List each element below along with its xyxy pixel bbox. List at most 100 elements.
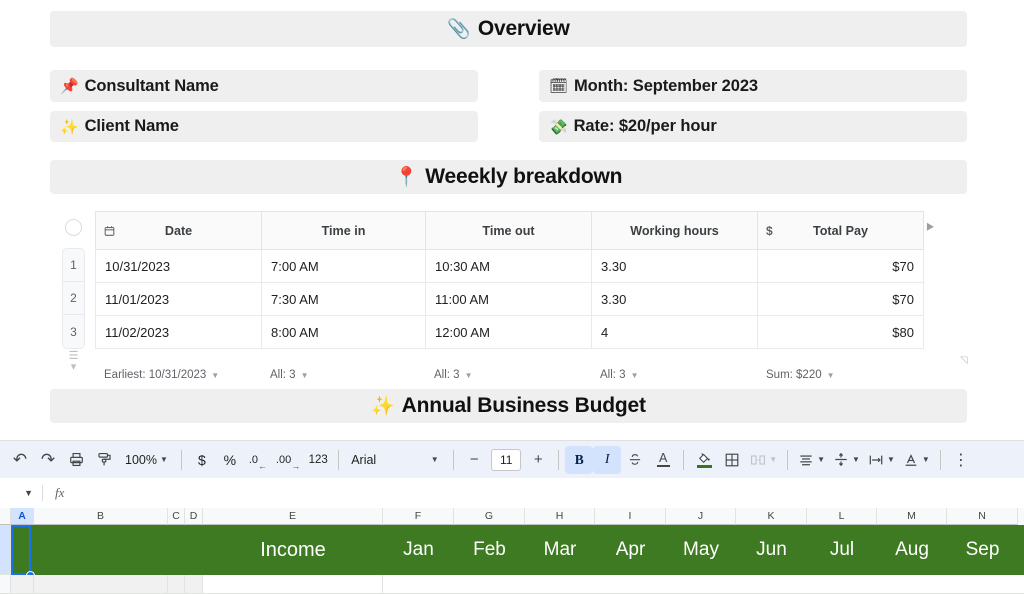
cell-working-hours[interactable]: 3.30 bbox=[592, 283, 758, 316]
row-number[interactable]: 1 bbox=[63, 249, 84, 282]
column-header-c[interactable]: C bbox=[168, 508, 185, 525]
more-options-button[interactable]: ⋮ bbox=[947, 446, 975, 474]
column-header-f[interactable]: F bbox=[383, 508, 454, 525]
cell-time-out[interactable]: 10:30 AM bbox=[426, 250, 592, 283]
cell-total-pay[interactable]: $80 bbox=[758, 316, 924, 349]
text-wrap-button[interactable]: ▼ bbox=[864, 446, 899, 474]
month-cell-jul[interactable]: Jul bbox=[807, 525, 877, 575]
row-header-1[interactable] bbox=[0, 525, 11, 575]
cell-a2[interactable] bbox=[11, 575, 34, 593]
col-header-time-in[interactable]: Time in bbox=[262, 212, 426, 250]
column-header-n[interactable]: N bbox=[947, 508, 1018, 525]
cell-time-in[interactable]: 8:00 AM bbox=[262, 316, 426, 349]
column-header-j[interactable]: J bbox=[666, 508, 736, 525]
table-resize-handle[interactable]: ◹ bbox=[960, 355, 968, 366]
summary-total-pay[interactable]: Sum: $220▼ bbox=[757, 369, 923, 381]
column-header-i[interactable]: I bbox=[595, 508, 666, 525]
cell-e2[interactable] bbox=[203, 575, 383, 593]
summary-date[interactable]: Earliest: 10/31/2023▼ bbox=[95, 369, 261, 381]
month-cell-sep[interactable]: Sep bbox=[947, 525, 1018, 575]
summary-time-in[interactable]: All: 3▼ bbox=[261, 369, 425, 381]
column-header-a[interactable]: A bbox=[11, 508, 34, 525]
month-cell-jan[interactable]: Jan bbox=[383, 525, 454, 575]
cell-b2[interactable] bbox=[34, 575, 168, 593]
month-cell-aug[interactable]: Aug bbox=[877, 525, 947, 575]
decrease-decimal-button[interactable]: .0← bbox=[244, 446, 272, 474]
chevron-down-icon[interactable]: ▼ bbox=[827, 371, 835, 380]
horizontal-align-button[interactable]: ▼ bbox=[794, 446, 829, 474]
income-header-row[interactable]: Income Jan Feb Mar Apr May Jun Jul Aug S… bbox=[11, 525, 1024, 575]
font-family-selector[interactable]: Arial bbox=[345, 447, 419, 473]
month-cell-jun[interactable]: Jun bbox=[736, 525, 807, 575]
table-row[interactable]: 11/02/2023 8:00 AM 12:00 AM 4 $80 bbox=[96, 316, 924, 349]
percent-format-button[interactable]: % bbox=[216, 446, 244, 474]
collapse-rows-icon[interactable]: ☰▾ bbox=[66, 351, 81, 373]
cell-time-in[interactable]: 7:00 AM bbox=[262, 250, 426, 283]
add-column-handle[interactable]: ⯈ bbox=[925, 220, 935, 236]
cell-total-pay[interactable]: $70 bbox=[758, 283, 924, 316]
decrease-font-size-button[interactable]: − bbox=[460, 446, 488, 474]
formula-input[interactable]: fx bbox=[43, 485, 64, 501]
chevron-down-icon[interactable]: ▼ bbox=[631, 371, 639, 380]
column-header-l[interactable]: L bbox=[807, 508, 877, 525]
column-header-k[interactable]: K bbox=[736, 508, 807, 525]
month-field[interactable]: 🗓 Month: September 2023 bbox=[539, 70, 967, 102]
chevron-down-icon[interactable]: ▼ bbox=[211, 371, 219, 380]
income-title-cell[interactable]: Income bbox=[203, 525, 383, 575]
increase-decimal-button[interactable]: .00→ bbox=[272, 446, 304, 474]
table-row[interactable]: 11/01/2023 7:30 AM 11:00 AM 3.30 $70 bbox=[96, 283, 924, 316]
column-header-g[interactable]: G bbox=[454, 508, 525, 525]
select-all-circle[interactable] bbox=[65, 219, 82, 236]
borders-button[interactable] bbox=[718, 446, 746, 474]
col-header-working-hours[interactable]: Working hours bbox=[592, 212, 758, 250]
font-size-field[interactable]: 11 bbox=[488, 446, 524, 474]
text-rotation-button[interactable]: ▼ bbox=[899, 446, 934, 474]
cell-total-pay[interactable]: $70 bbox=[758, 250, 924, 283]
italic-button[interactable]: I bbox=[593, 446, 621, 474]
merge-cells-button[interactable]: ▼ bbox=[746, 446, 781, 474]
bold-button[interactable]: B bbox=[565, 446, 593, 474]
strikethrough-button[interactable] bbox=[621, 446, 649, 474]
column-header-e[interactable]: E bbox=[203, 508, 383, 525]
cell-time-out[interactable]: 12:00 AM bbox=[426, 316, 592, 349]
cell-date[interactable]: 10/31/2023 bbox=[96, 250, 262, 283]
cell-time-out[interactable]: 11:00 AM bbox=[426, 283, 592, 316]
column-header-b[interactable]: B bbox=[34, 508, 168, 525]
increase-font-size-button[interactable]: + bbox=[524, 446, 552, 474]
cell-date[interactable]: 11/01/2023 bbox=[96, 283, 262, 316]
row-number[interactable]: 2 bbox=[63, 282, 84, 315]
zoom-control[interactable]: 100% ▼ bbox=[118, 446, 175, 474]
column-header-m[interactable]: M bbox=[877, 508, 947, 525]
consultant-name-field[interactable]: 📌 Consultant Name bbox=[50, 70, 478, 102]
paint-format-button[interactable] bbox=[90, 446, 118, 474]
more-formats-button[interactable]: 123 bbox=[304, 446, 332, 474]
cell-c2[interactable] bbox=[168, 575, 185, 593]
currency-format-button[interactable]: $ bbox=[188, 446, 216, 474]
chevron-down-icon[interactable]: ▼ bbox=[301, 371, 309, 380]
table-row[interactable]: 10/31/2023 7:00 AM 10:30 AM 3.30 $70 bbox=[96, 250, 924, 283]
col-header-time-out[interactable]: Time out bbox=[426, 212, 592, 250]
name-box[interactable]: ▼ bbox=[0, 488, 42, 498]
client-name-field[interactable]: ✨ Client Name bbox=[50, 111, 478, 142]
month-cell-may[interactable]: May bbox=[666, 525, 736, 575]
fill-color-button[interactable] bbox=[690, 446, 718, 474]
row-number[interactable]: 3 bbox=[63, 315, 84, 348]
grid-row-2[interactable] bbox=[11, 575, 1024, 594]
font-family-caret[interactable]: ▼ bbox=[419, 446, 447, 474]
month-cell-mar[interactable]: Mar bbox=[525, 525, 595, 575]
cell-d2[interactable] bbox=[185, 575, 203, 593]
vertical-align-button[interactable]: ▼ bbox=[829, 446, 864, 474]
cell-time-in[interactable]: 7:30 AM bbox=[262, 283, 426, 316]
summary-working-hours[interactable]: All: 3▼ bbox=[591, 369, 757, 381]
chevron-down-icon[interactable]: ▼ bbox=[465, 371, 473, 380]
cell-date[interactable]: 11/02/2023 bbox=[96, 316, 262, 349]
select-all-corner[interactable] bbox=[0, 508, 11, 525]
column-header-h[interactable]: H bbox=[525, 508, 595, 525]
month-cell-apr[interactable]: Apr bbox=[595, 525, 666, 575]
cell-working-hours[interactable]: 3.30 bbox=[592, 250, 758, 283]
text-color-button[interactable]: A bbox=[649, 446, 677, 474]
month-cell-feb[interactable]: Feb bbox=[454, 525, 525, 575]
col-header-total-pay[interactable]: $ Total Pay ⯈ bbox=[758, 212, 924, 250]
column-header-d[interactable]: D bbox=[185, 508, 203, 525]
print-button[interactable] bbox=[62, 446, 90, 474]
